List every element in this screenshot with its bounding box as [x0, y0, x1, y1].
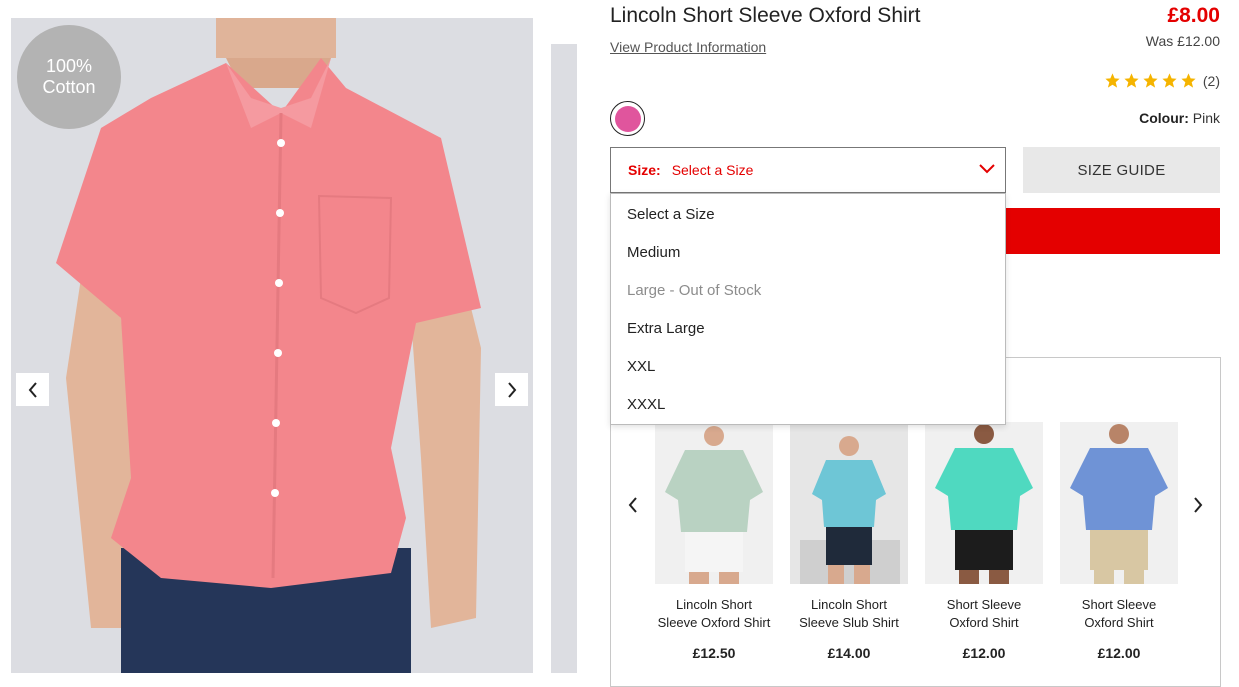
thumbnail-strip[interactable] — [551, 44, 577, 673]
size-dropdown-list[interactable]: Select a Size Medium Large - Out of Stoc… — [610, 193, 1006, 425]
product-card-photo — [1060, 422, 1178, 584]
product-card-image — [925, 422, 1043, 584]
swatch-fill — [614, 105, 641, 132]
gallery-next-button[interactable] — [495, 373, 528, 406]
carousel-next-button[interactable] — [1186, 493, 1210, 517]
size-guide-button[interactable]: SIZE GUIDE — [1023, 147, 1220, 193]
product-rating[interactable]: (2) — [1104, 72, 1220, 89]
size-option[interactable]: Extra Large — [611, 309, 1005, 347]
current-price: £8.00 — [1167, 4, 1220, 27]
product-card[interactable]: Short Sleeve Oxford Shirt £12.00 — [925, 422, 1043, 661]
chevron-right-icon — [507, 381, 516, 398]
product-card-name: Oxford Shirt — [949, 615, 1019, 630]
product-card-name: Sleeve Slub Shirt — [799, 615, 899, 630]
product-card-price: £14.00 — [827, 645, 871, 661]
size-option[interactable]: Medium — [611, 233, 1005, 271]
size-select[interactable]: Size: Select a Size — [610, 147, 1006, 193]
chevron-left-icon — [628, 497, 637, 513]
colour-info: Colour: Pink — [1139, 110, 1220, 126]
size-option[interactable]: Select a Size — [611, 195, 1005, 233]
view-product-information-link[interactable]: View Product Information — [610, 39, 766, 55]
star-icon — [1105, 73, 1120, 88]
product-card-photo — [925, 422, 1043, 584]
product-card-image — [655, 422, 773, 584]
carousel-prev-button[interactable] — [621, 493, 645, 517]
star-icon — [1162, 73, 1177, 88]
product-card-price: £12.00 — [1097, 645, 1141, 661]
product-card-name: Oxford Shirt — [1084, 615, 1154, 630]
product-card-name: Sleeve Oxford Shirt — [657, 615, 771, 630]
product-card-image — [790, 422, 908, 584]
rating-count: (2) — [1202, 72, 1220, 89]
chevron-right-icon — [1194, 497, 1203, 513]
size-option[interactable]: XXXL — [611, 385, 1005, 423]
star-icon — [1143, 73, 1158, 88]
star-icon — [1124, 73, 1139, 88]
colour-label: Colour: — [1139, 110, 1189, 126]
cotton-badge: 100% Cotton — [17, 25, 121, 129]
chevron-down-icon — [979, 164, 995, 174]
product-card[interactable]: Short Sleeve Oxford Shirt £12.00 — [1060, 422, 1178, 661]
product-card-price: £12.00 — [962, 645, 1006, 661]
chevron-left-icon — [28, 381, 37, 398]
star-icon — [1181, 73, 1196, 88]
product-card-photo — [655, 422, 773, 584]
was-price: Was £12.00 — [1145, 33, 1220, 49]
product-card[interactable]: Lincoln Short Sleeve Oxford Shirt £12.50 — [655, 422, 773, 661]
product-card-name: Lincoln Short — [676, 597, 752, 612]
product-title: Lincoln Short Sleeve Oxford Shirt — [610, 4, 921, 27]
product-card-price: £12.50 — [692, 645, 736, 661]
product-card-photo — [790, 422, 908, 584]
product-card[interactable]: Lincoln Short Sleeve Slub Shirt £14.00 — [790, 422, 908, 661]
size-selected-value: Select a Size — [671, 162, 754, 178]
product-card-name: Short Sleeve — [946, 597, 1022, 612]
product-card-image — [1060, 422, 1178, 584]
size-option[interactable]: XXL — [611, 347, 1005, 385]
size-option-out-of-stock[interactable]: Large - Out of Stock — [611, 271, 1005, 309]
size-label: Size: — [628, 162, 661, 178]
product-card-name: Lincoln Short — [811, 597, 887, 612]
colour-swatch-pink[interactable] — [610, 101, 645, 136]
gallery-prev-button[interactable] — [16, 373, 49, 406]
badge-line1: 100% — [45, 56, 93, 76]
colour-value: Pink — [1192, 110, 1220, 126]
badge-line2: Cotton — [42, 77, 96, 97]
product-card-name: Short Sleeve — [1081, 597, 1157, 612]
